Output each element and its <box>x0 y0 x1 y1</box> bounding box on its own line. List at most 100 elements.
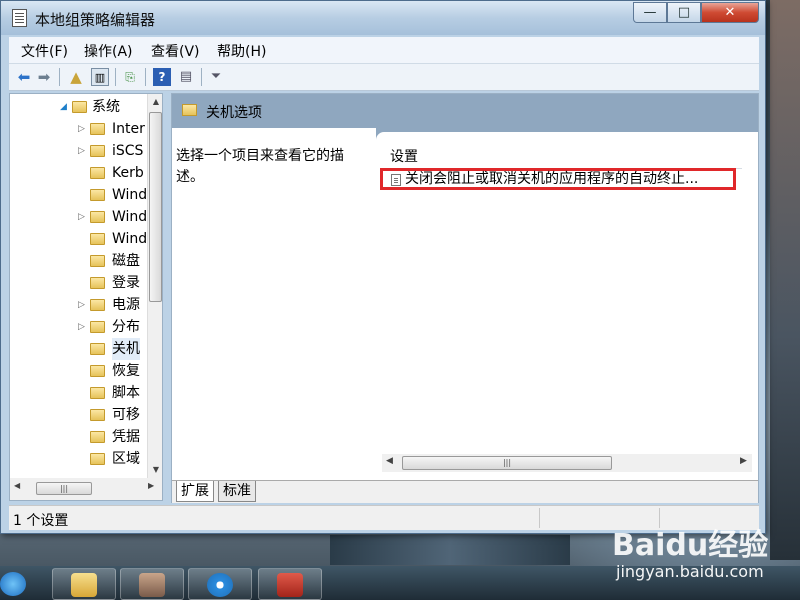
expand-icon[interactable]: ▷ <box>78 206 88 228</box>
filter-icon[interactable]: ⏷ <box>207 68 225 86</box>
tree-item-label: 可移 <box>112 407 140 423</box>
toolbar-separator <box>145 68 146 86</box>
expand-icon[interactable]: ▷ <box>78 118 88 140</box>
folder-icon <box>90 343 105 355</box>
tree-item-label: 区域 <box>112 451 140 467</box>
setting-row[interactable]: 关闭会阻止或取消关机的应用程序的自动终止... <box>380 168 736 190</box>
folder-icon <box>72 101 87 113</box>
menu-action[interactable]: 操作(A) <box>84 41 133 61</box>
tree-pane: ◢ 系统 ▷ Inter ▷ iSCS Kerb Wind ▷ Wind Win… <box>9 93 163 501</box>
tree-item-label: 登录 <box>112 275 140 291</box>
scroll-thumb[interactable]: ||| <box>402 456 612 470</box>
menu-file[interactable]: 文件(F) <box>21 41 68 61</box>
tree-vertical-scrollbar[interactable]: ▲ ▼ <box>147 94 162 478</box>
tree-item-label: Wind <box>112 209 148 225</box>
tab-extended[interactable]: 扩展 <box>176 481 214 502</box>
scroll-thumb[interactable]: ||| <box>36 482 92 495</box>
taskbar-photo[interactable] <box>120 568 184 600</box>
toolbox-icon <box>277 573 303 597</box>
view-tabs: 扩展 标准 <box>172 480 758 503</box>
expand-icon[interactable]: ▷ <box>78 316 88 338</box>
folder-icon <box>71 573 97 597</box>
folder-icon <box>90 233 105 245</box>
taskbar-ie[interactable] <box>0 568 38 600</box>
wallpaper-decoration <box>330 535 570 565</box>
maximize-button[interactable]: □ <box>667 2 701 23</box>
folder-icon <box>90 409 105 421</box>
tab-standard[interactable]: 标准 <box>218 481 256 502</box>
properties-icon[interactable]: ▤ <box>177 68 195 86</box>
export-list-icon[interactable]: ⎘ <box>121 68 139 86</box>
folder-icon <box>90 321 105 333</box>
taskbar-explorer[interactable] <box>52 568 116 600</box>
tree-horizontal-scrollbar[interactable]: ◀ ||| ▶ <box>10 478 162 500</box>
forward-icon[interactable]: ➡ <box>35 68 53 86</box>
minimize-button[interactable]: — <box>633 2 667 23</box>
setting-name: 关闭会阻止或取消关机的应用程序的自动终止... <box>405 171 699 187</box>
tree-item-label: 脚本 <box>112 385 140 401</box>
folder-icon <box>90 453 105 465</box>
scroll-right-icon[interactable]: ▶ <box>740 456 747 466</box>
menu-view[interactable]: 查看(V) <box>151 41 200 61</box>
folder-icon <box>90 387 105 399</box>
wallpaper-decoration <box>770 0 800 560</box>
app-icon <box>12 9 27 27</box>
toolbar-separator <box>201 68 202 86</box>
browser-app-icon <box>207 573 233 597</box>
folder-icon <box>90 299 105 311</box>
watermark-logo: Baidu经验 <box>612 528 769 563</box>
details-pane: 关机选项 选择一个项目来查看它的描述。 设置 关闭会阻止或取消关机的应用程序的自… <box>171 93 759 503</box>
watermark-url: jingyan.baidu.com <box>616 562 764 581</box>
close-button[interactable]: ✕ <box>701 2 759 23</box>
photo-app-icon <box>139 573 165 597</box>
scroll-up-icon[interactable]: ▲ <box>148 94 162 110</box>
settings-pane: 设置 关闭会阻止或取消关机的应用程序的自动终止... ◀ ||| ▶ <box>376 128 758 480</box>
tree-item-label: Wind <box>112 187 148 203</box>
tree-item-label: 磁盘 <box>112 253 140 269</box>
scroll-down-icon[interactable]: ▼ <box>148 462 162 478</box>
menu-help[interactable]: 帮助(H) <box>217 41 266 61</box>
show-hide-tree-icon[interactable]: ▥ <box>91 68 109 86</box>
toolbar: ⬅ ➡ ▲ ▥ ⎘ ? ▤ ⏷ <box>9 63 759 91</box>
help-icon[interactable]: ? <box>153 68 171 86</box>
status-text: 1 个设置 <box>13 513 69 529</box>
folder-icon <box>90 145 105 157</box>
tree-item-label: Inter <box>112 121 145 137</box>
up-folder-icon[interactable]: ▲ <box>67 68 85 86</box>
description-text: 选择一个项目来查看它的描述。 <box>176 148 344 185</box>
details-header: 关机选项 <box>172 94 758 128</box>
tree-item-label: 电源 <box>112 297 140 313</box>
details-title: 关机选项 <box>206 105 262 121</box>
title-bar[interactable]: 本地组策略编辑器 — □ ✕ <box>1 1 765 35</box>
settings-list: 设置 关闭会阻止或取消关机的应用程序的自动终止... ◀ ||| ▶ <box>376 132 758 480</box>
taskbar-app[interactable] <box>188 568 252 600</box>
tree-item-label: 凭据 <box>112 429 140 445</box>
expand-icon[interactable]: ▷ <box>78 140 88 162</box>
scroll-left-icon[interactable]: ◀ <box>386 456 393 466</box>
settings-horizontal-scrollbar[interactable]: ◀ ||| ▶ <box>382 454 752 472</box>
folder-icon <box>90 211 105 223</box>
tree-item-label: 关机 <box>112 338 140 360</box>
scroll-right-icon[interactable]: ▶ <box>148 481 160 490</box>
scroll-thumb[interactable] <box>149 112 162 302</box>
menu-bar: 文件(F) 操作(A) 查看(V) 帮助(H) <box>9 37 759 63</box>
group-policy-editor-window: 本地组策略编辑器 — □ ✕ 文件(F) 操作(A) 查看(V) 帮助(H) ⬅… <box>0 0 766 534</box>
tree-item-label: 分布 <box>112 319 140 335</box>
column-header-setting[interactable]: 设置 <box>390 146 418 166</box>
folder-icon <box>90 365 105 377</box>
back-icon[interactable]: ⬅ <box>15 68 33 86</box>
folder-icon <box>90 277 105 289</box>
details-body: 选择一个项目来查看它的描述。 设置 关闭会阻止或取消关机的应用程序的自动终止..… <box>172 128 758 480</box>
collapse-icon[interactable]: ◢ <box>60 96 70 118</box>
tree-item-label: 系统 <box>92 99 120 115</box>
folder-icon <box>182 104 197 116</box>
description-pane: 选择一个项目来查看它的描述。 <box>172 128 376 480</box>
tree-item-label: 恢复 <box>112 363 140 379</box>
scroll-left-icon[interactable]: ◀ <box>14 481 26 490</box>
taskbar-group-policy[interactable] <box>258 568 322 600</box>
tree-item-label: Wind <box>112 231 148 247</box>
folder-icon <box>90 431 105 443</box>
policy-setting-icon <box>391 174 401 186</box>
folder-icon <box>90 255 105 267</box>
expand-icon[interactable]: ▷ <box>78 294 88 316</box>
